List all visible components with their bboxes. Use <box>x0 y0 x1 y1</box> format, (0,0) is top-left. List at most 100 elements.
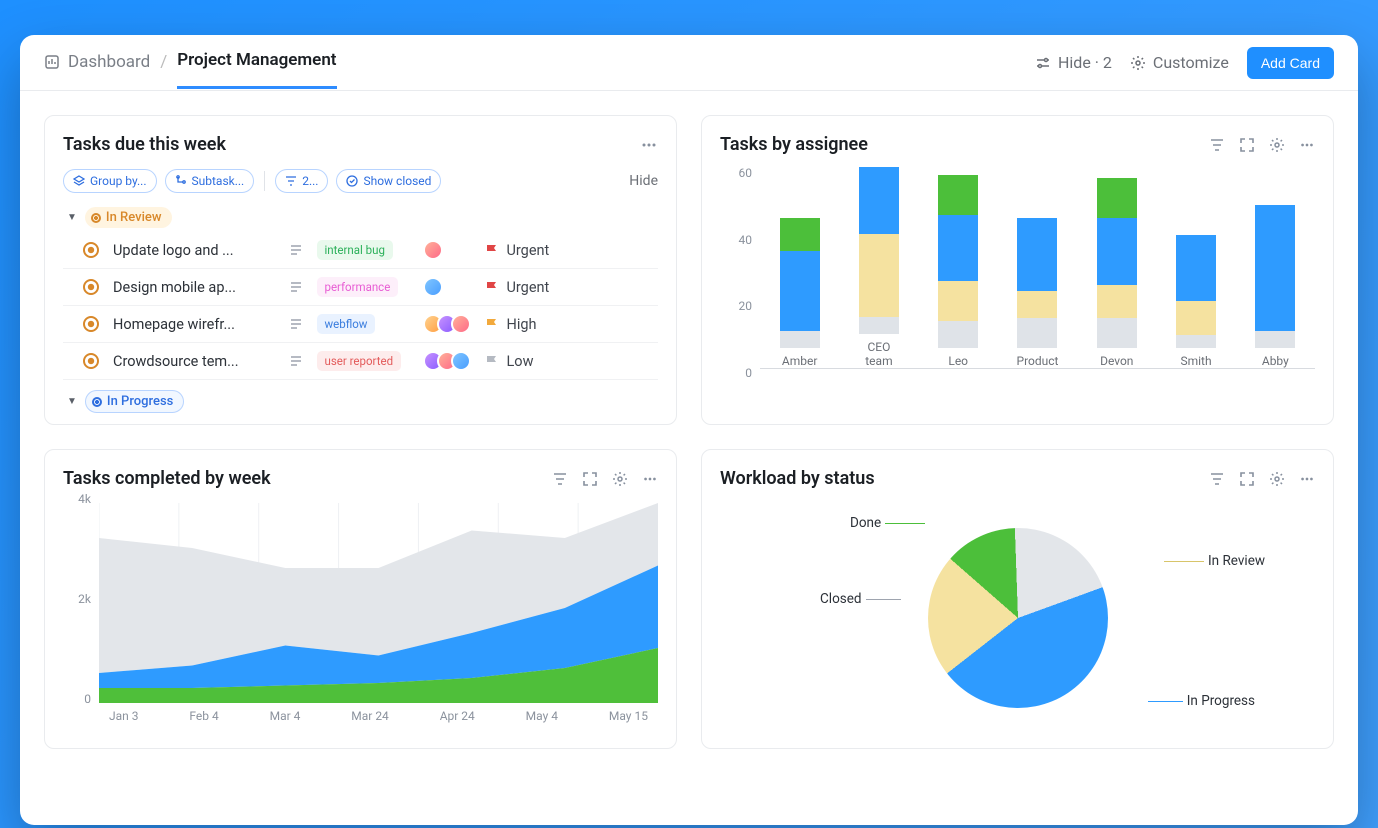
card-workload: Workload by status Done <box>701 449 1334 749</box>
filter-icon[interactable] <box>552 471 568 487</box>
bar-segment <box>1255 331 1295 348</box>
hide-action[interactable]: Hide · 2 <box>1035 53 1112 72</box>
task-row[interactable]: Design mobile ap... performance Urgent <box>63 269 658 306</box>
bar-segment <box>859 234 899 317</box>
hide-action-label: Hide · 2 <box>1058 53 1112 72</box>
task-row[interactable]: Update logo and ... internal bug Urgent <box>63 232 658 269</box>
priority-label: Urgent <box>507 242 550 259</box>
bar-segment <box>780 331 820 348</box>
task-name: Update logo and ... <box>113 242 283 259</box>
xtick-label: Jan 3 <box>109 709 139 723</box>
bar-column[interactable]: Leo <box>938 175 978 368</box>
breadcrumb-dashboard[interactable]: Dashboard <box>44 52 150 88</box>
bar-column[interactable]: Product <box>1017 218 1057 368</box>
bar-column[interactable]: Abby <box>1255 205 1295 368</box>
task-tag[interactable]: internal bug <box>317 240 393 260</box>
more-icon[interactable] <box>642 471 658 487</box>
pill-filter[interactable]: 2... <box>275 169 328 193</box>
area-chart-plot <box>99 503 658 703</box>
more-icon[interactable] <box>640 136 658 154</box>
status-dot-icon <box>91 213 101 223</box>
bar-segment <box>1017 218 1057 291</box>
filter-icon[interactable] <box>1209 471 1225 487</box>
ytick-label: 4k <box>78 492 91 506</box>
filter-icon[interactable] <box>1209 137 1225 153</box>
card-title-workload: Workload by status <box>720 468 875 489</box>
customize-action[interactable]: Customize <box>1130 53 1229 72</box>
card-tasks-completed: Tasks completed by week 02k4k Jan 3Feb 4… <box>44 449 677 749</box>
bar-chart: 0204060 AmberCEO teamLeoProductDevonSmit… <box>720 169 1315 419</box>
task-priority[interactable]: Urgent <box>485 242 655 259</box>
expand-icon[interactable] <box>1239 471 1255 487</box>
group-in-progress[interactable]: ▼ In Progress <box>63 386 658 417</box>
gear-icon[interactable] <box>612 471 628 487</box>
xtick-label: Apr 24 <box>440 709 475 723</box>
check-icon <box>346 175 358 187</box>
gear-icon[interactable] <box>1269 471 1285 487</box>
description-icon[interactable] <box>289 243 311 257</box>
description-icon[interactable] <box>289 317 311 331</box>
pill-show-closed[interactable]: Show closed <box>336 169 441 193</box>
expand-icon[interactable] <box>582 471 598 487</box>
group-in-review[interactable]: ▼ In Review <box>63 203 658 232</box>
bar-segment <box>938 215 978 282</box>
task-status-icon <box>83 316 99 332</box>
bar-column[interactable]: Devon <box>1097 178 1137 368</box>
task-avatars[interactable] <box>423 240 479 260</box>
xtick-label: Feb 4 <box>189 709 218 723</box>
pie-chart: Done In Review Closed In Progress <box>720 503 1315 733</box>
task-avatars[interactable] <box>423 351 479 371</box>
breadcrumb-active[interactable]: Project Management <box>177 50 336 89</box>
ytick-label: 0 <box>84 692 91 706</box>
chevron-down-icon[interactable]: ▼ <box>67 212 77 223</box>
xtick-label: May 4 <box>526 709 558 723</box>
card-title-completed: Tasks completed by week <box>63 468 271 489</box>
description-icon[interactable] <box>289 354 311 368</box>
bar-segment <box>1176 301 1216 334</box>
bar-segment <box>1255 205 1295 332</box>
bar-column[interactable]: Smith <box>1176 235 1216 368</box>
content-grid: Tasks due this week Group by... Subtask.… <box>20 91 1358 773</box>
more-icon[interactable] <box>1299 471 1315 487</box>
task-priority[interactable]: High <box>485 316 655 333</box>
expand-icon[interactable] <box>1239 137 1255 153</box>
breadcrumb-separator: / <box>160 52 167 88</box>
task-avatars[interactable] <box>423 277 479 297</box>
bar-segment <box>938 321 978 348</box>
bar-label: Amber <box>782 354 818 368</box>
task-avatars[interactable] <box>423 314 479 334</box>
bar-chart-bars: Amber CEO team Leo Product Devon Smith Abby <box>760 169 1315 369</box>
ytick-label: 0 <box>745 366 752 380</box>
avatar <box>451 351 471 371</box>
more-icon[interactable] <box>1299 137 1315 153</box>
add-card-button[interactable]: Add Card <box>1247 47 1334 79</box>
filter-pills: Group by... Subtask... 2... Show closed … <box>63 169 658 193</box>
pill-subtasks[interactable]: Subtask... <box>165 169 255 193</box>
task-row[interactable]: Homepage wirefr... webflow High <box>63 306 658 343</box>
hide-link[interactable]: Hide <box>629 173 658 189</box>
bar-label: Product <box>1017 354 1059 368</box>
task-priority[interactable]: Urgent <box>485 279 655 296</box>
task-tag[interactable]: webflow <box>317 314 376 334</box>
description-icon[interactable] <box>289 280 311 294</box>
gear-icon[interactable] <box>1269 137 1285 153</box>
pie-label-in-review: In Review <box>1164 553 1265 569</box>
avatar <box>451 314 471 334</box>
bar-column[interactable]: Amber <box>780 218 820 368</box>
bar-label: CEO team <box>859 340 899 368</box>
bar-segment <box>1097 178 1137 218</box>
pill-subtasks-label: Subtask... <box>192 174 245 188</box>
bar-segment <box>859 317 899 334</box>
bar-column[interactable]: CEO team <box>859 167 899 368</box>
ytick-label: 40 <box>739 233 753 247</box>
pill-group-by[interactable]: Group by... <box>63 169 157 193</box>
task-row[interactable]: Crowdsource tem... user reported Low <box>63 343 658 380</box>
task-priority[interactable]: Low <box>485 353 655 370</box>
task-list: Update logo and ... internal bug Urgent … <box>63 232 658 380</box>
breadcrumb-dashboard-label: Dashboard <box>68 52 150 72</box>
task-status-icon <box>83 242 99 258</box>
task-tag[interactable]: user reported <box>317 351 402 371</box>
bar-label: Devon <box>1100 354 1133 368</box>
chevron-down-icon[interactable]: ▼ <box>67 396 77 407</box>
task-tag[interactable]: performance <box>317 277 399 297</box>
